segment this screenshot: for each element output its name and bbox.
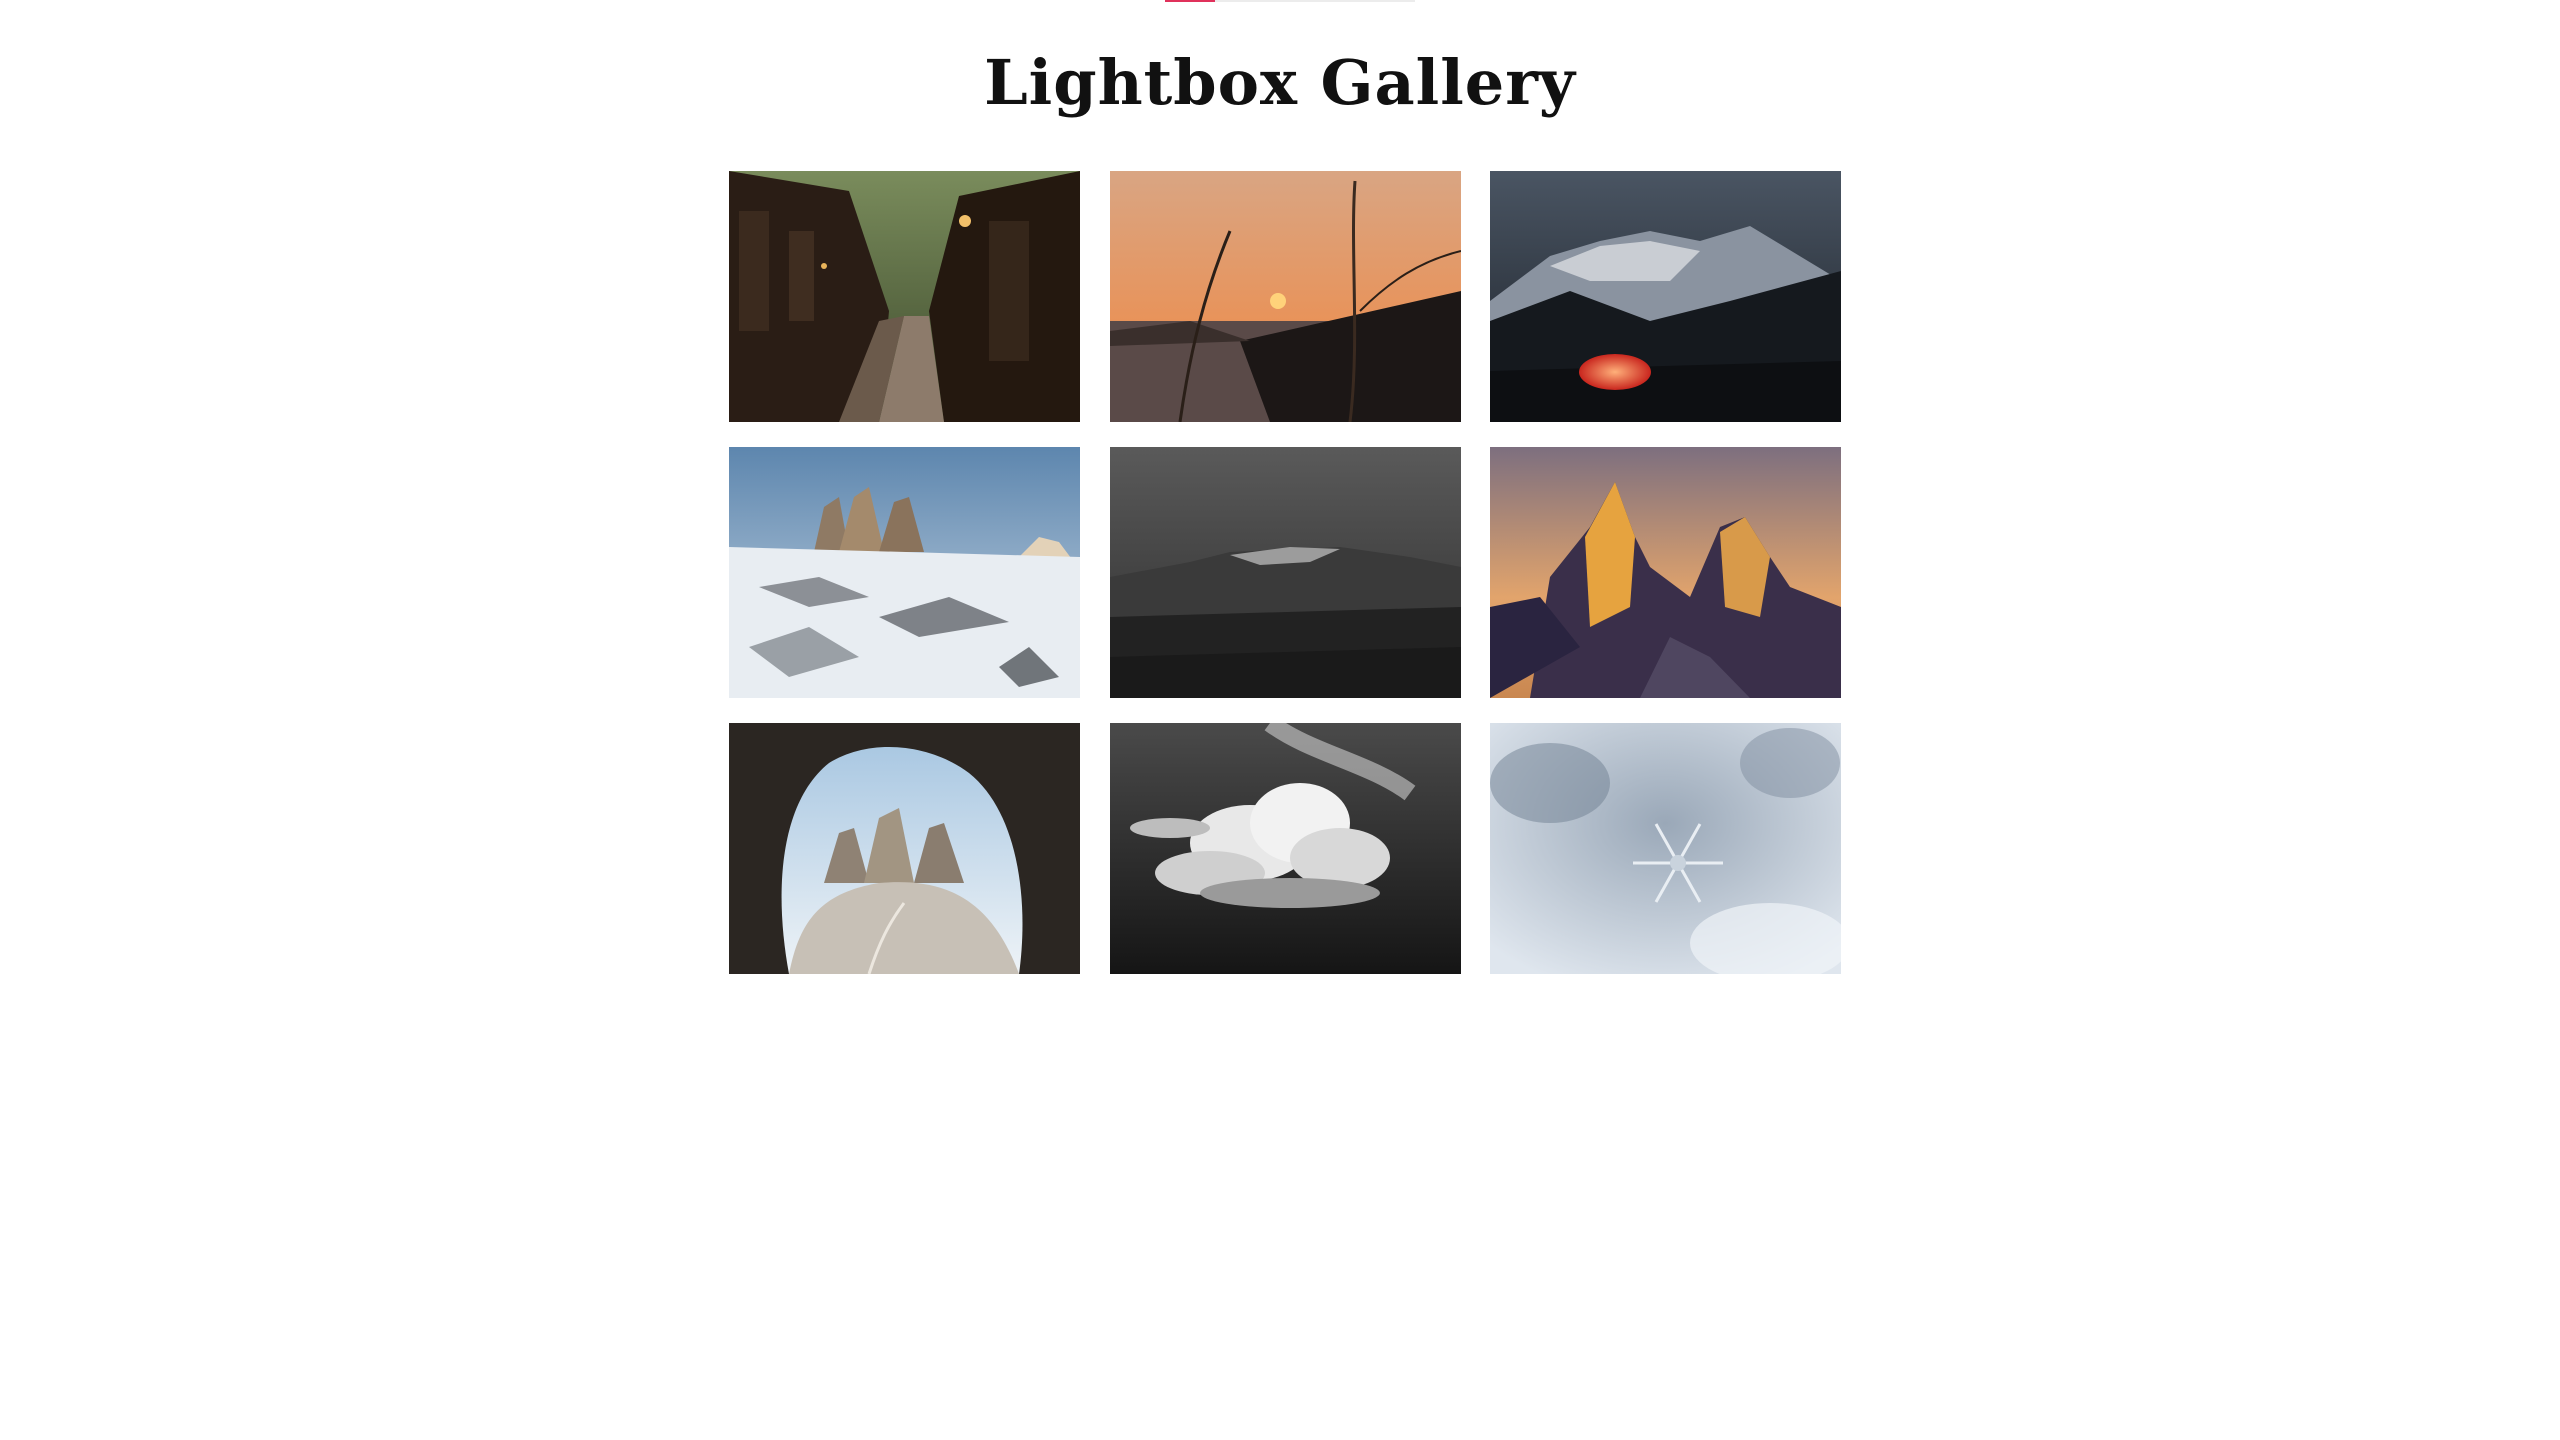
gallery-thumb-snowflake[interactable] (1490, 723, 1841, 974)
slider-indicator-active (1165, 0, 1215, 2)
bw-mesa-image (1109, 447, 1461, 698)
gallery-thumb-snowy-peaks[interactable] (729, 447, 1080, 698)
village-street-image (729, 171, 1080, 422)
golden-spires-image (1490, 447, 1841, 698)
sunset-lake-image (1109, 171, 1461, 422)
image-gallery (729, 171, 1841, 974)
slider-indicator (1165, 0, 1415, 2)
gallery-thumb-tent-night[interactable] (1490, 171, 1841, 422)
page-title: Lightbox Gallery (984, 46, 1576, 119)
gallery-thumb-cave-peaks[interactable] (729, 723, 1080, 974)
snowy-peaks-image (729, 447, 1080, 698)
bw-cloud-image (1109, 723, 1461, 974)
gallery-thumb-bw-cloud[interactable] (1109, 723, 1461, 974)
cave-peaks-image (729, 723, 1080, 974)
gallery-thumb-village-street[interactable] (729, 171, 1080, 422)
snowflake-image (1490, 723, 1841, 974)
gallery-thumb-bw-mesa[interactable] (1109, 447, 1461, 698)
gallery-thumb-sunset-lake[interactable] (1109, 171, 1461, 422)
tent-night-image (1490, 171, 1841, 422)
gallery-thumb-golden-spires[interactable] (1490, 447, 1841, 698)
